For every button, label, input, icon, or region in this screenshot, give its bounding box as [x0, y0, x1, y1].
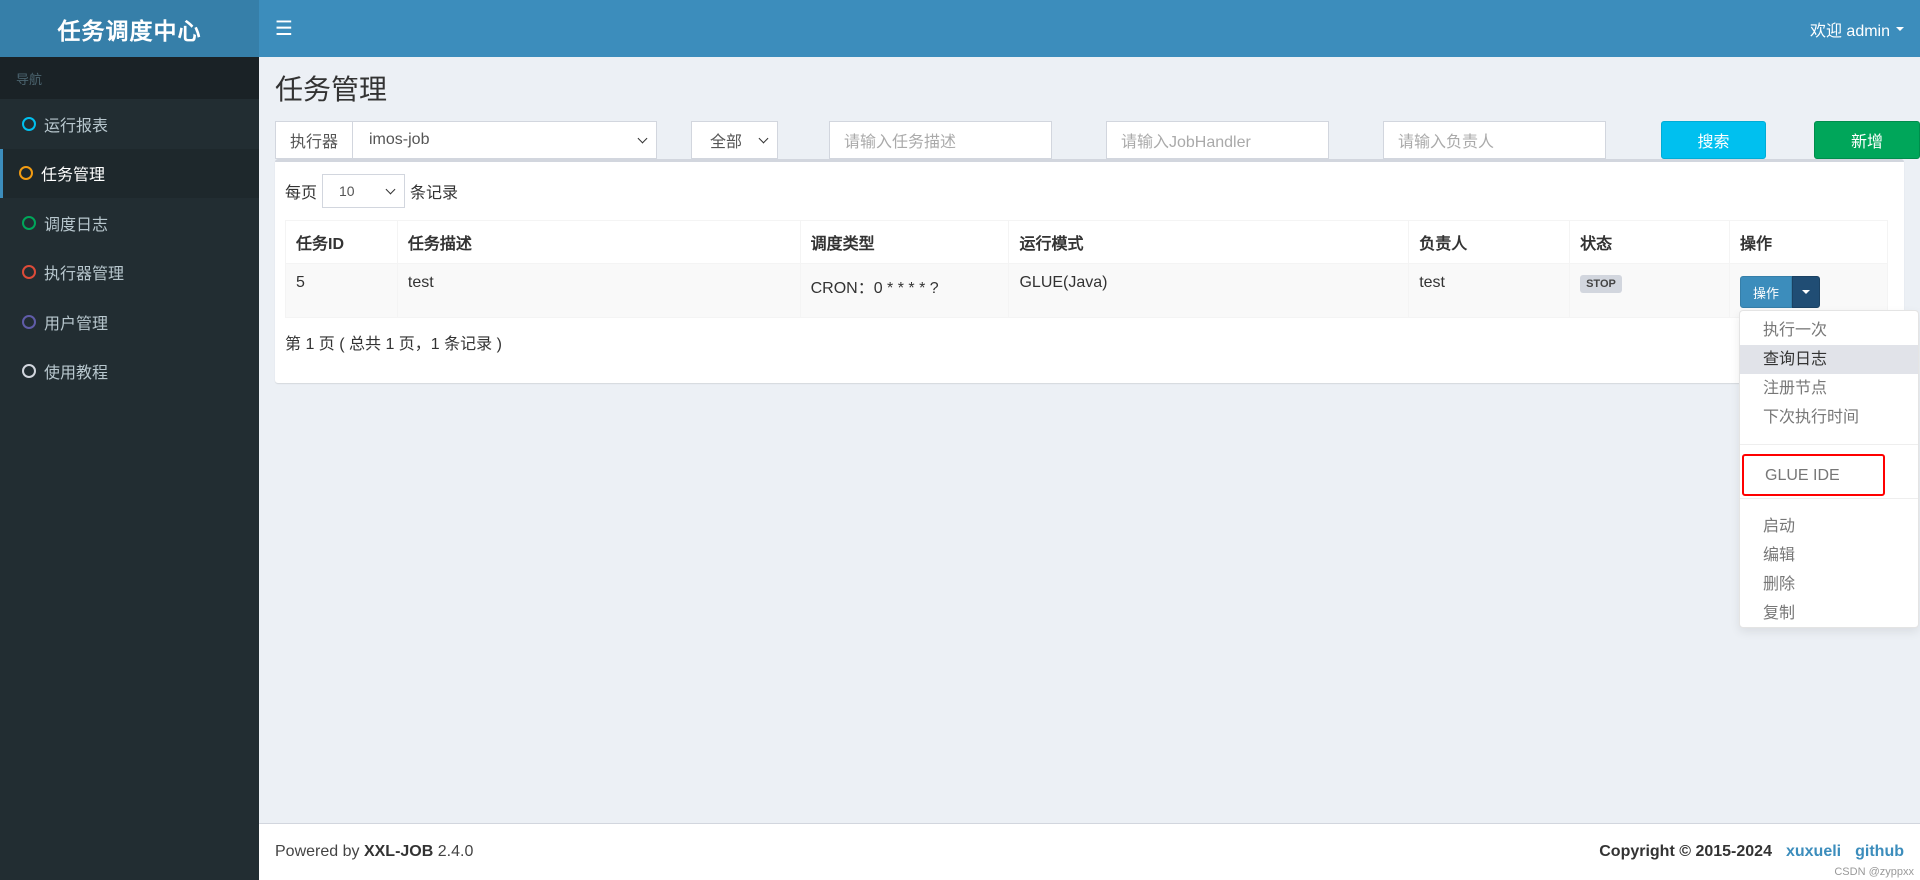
- pagination-info: 第 1 页 ( 总共 1 页，1 条记录 ): [285, 336, 502, 353]
- job-desc-input[interactable]: 请输入任务描述: [829, 121, 1052, 159]
- hamburger-icon[interactable]: ☰: [259, 19, 293, 39]
- job-table-box: 每页 10 条记录 任务ID 任务描述 调度类型 运行模式 负责人 状态 操作: [275, 159, 1904, 383]
- menu-item-next-trigger-time[interactable]: 下次执行时间: [1740, 403, 1918, 432]
- caret-down-icon: [1802, 290, 1810, 294]
- per-page-suffix: 条记录: [410, 185, 459, 202]
- chevron-down-icon: [385, 184, 396, 194]
- menu-divider: [1740, 444, 1918, 445]
- executor-label: 执行器: [275, 121, 352, 159]
- menu-divider: [1740, 498, 1918, 499]
- menu-item-start[interactable]: 启动: [1740, 512, 1918, 541]
- search-button[interactable]: 搜索: [1661, 121, 1766, 159]
- menu-item-delete[interactable]: 删除: [1740, 570, 1918, 599]
- executor-select-value: imos-job: [369, 131, 430, 148]
- column-header-schedule[interactable]: 调度类型: [799, 220, 1010, 264]
- sidebar: 任务调度中心 导航 运行报表 任务管理 调度日志 执行器管理 用户管理 使用教程: [0, 0, 259, 880]
- page-title: 任务管理: [275, 74, 388, 105]
- product-version: 2.4.0: [437, 843, 474, 860]
- caret-down-icon: [1896, 26, 1904, 31]
- circle-icon: [22, 364, 36, 379]
- cell-desc: test: [396, 263, 801, 318]
- menu-item-query-log[interactable]: 查询日志: [1740, 345, 1918, 374]
- cell-author: test: [1408, 263, 1571, 318]
- page-length-select[interactable]: 10: [322, 174, 406, 208]
- top-navbar: ☰ 欢迎 admin: [259, 0, 1920, 57]
- watermark: CSDN @zyppxx: [1834, 866, 1914, 878]
- sidebar-item-label: 调度日志: [44, 216, 109, 234]
- footer-right: Copyright © 2015-2024 xuxueli github: [1599, 843, 1904, 861]
- job-handler-input[interactable]: 请输入JobHandler: [1106, 121, 1329, 159]
- chevron-down-icon: [637, 133, 648, 143]
- sidebar-item-executor-management[interactable]: 执行器管理: [0, 248, 259, 298]
- circle-icon: [19, 166, 33, 181]
- cell-mode: GLUE(Java): [1008, 263, 1410, 318]
- circle-icon: [22, 314, 36, 329]
- github-link[interactable]: github: [1855, 843, 1904, 861]
- executor-select[interactable]: imos-job: [352, 121, 657, 159]
- add-job-button[interactable]: 新增: [1814, 121, 1920, 159]
- action-button[interactable]: 操作: [1740, 276, 1792, 308]
- author-input[interactable]: 请输入负责人: [1383, 121, 1606, 159]
- filter-bar: 执行器 imos-job 全部 请输入任务描述 请输入JobHandler 请输…: [275, 121, 1920, 159]
- column-header-author[interactable]: 负责人: [1408, 220, 1571, 264]
- action-button-group: 操作: [1740, 276, 1820, 308]
- sidebar-item-tutorial[interactable]: 使用教程: [0, 347, 259, 397]
- copyright: Copyright © 2015-2024: [1599, 843, 1772, 860]
- powered-by: Powered by XXL-JOB 2.4.0: [275, 843, 473, 861]
- app-logo[interactable]: 任务调度中心: [0, 0, 259, 57]
- status-select-value: 全部: [710, 134, 743, 151]
- status-select[interactable]: 全部: [691, 121, 778, 159]
- circle-icon: [22, 215, 36, 230]
- menu-item-trigger-once[interactable]: 执行一次: [1740, 316, 1918, 345]
- menu-item-copy[interactable]: 复制: [1740, 599, 1918, 628]
- powered-prefix: Powered by: [275, 843, 360, 860]
- sidebar-item-schedule-log[interactable]: 调度日志: [0, 198, 259, 248]
- column-header-mode[interactable]: 运行模式: [1008, 220, 1410, 264]
- sidebar-item-label: 用户管理: [44, 315, 109, 333]
- sidebar-item-label: 执行器管理: [44, 266, 125, 284]
- circle-icon: [22, 265, 36, 280]
- column-header-actions: 操作: [1729, 220, 1888, 264]
- action-dropdown-toggle[interactable]: [1792, 276, 1820, 308]
- nav-header: 导航: [0, 57, 259, 99]
- sidebar-item-label: 使用教程: [44, 365, 109, 383]
- sidebar-item-user-management[interactable]: 用户管理: [0, 297, 259, 347]
- product-name: XXL-JOB: [363, 843, 434, 860]
- footer: Powered by XXL-JOB 2.4.0 Copyright © 201…: [259, 823, 1920, 880]
- status-badge: STOP: [1580, 275, 1622, 293]
- cell-status: STOP: [1569, 263, 1730, 318]
- menu-item-glue-ide[interactable]: GLUE IDE: [1742, 454, 1885, 496]
- job-table: 任务ID 任务描述 调度类型 运行模式 负责人 状态 操作 5 test CRO…: [285, 220, 1888, 318]
- main-content: 任务管理 执行器 imos-job 全部 请输入任务描述 请输入JobHandl…: [259, 57, 1920, 823]
- column-header-id[interactable]: 任务ID: [285, 220, 398, 264]
- menu-item-edit[interactable]: 编辑: [1740, 541, 1918, 570]
- cell-id: 5: [285, 263, 398, 318]
- action-dropdown-menu: 执行一次 查询日志 注册节点 下次执行时间 GLUE IDE 启动 编辑 删除 …: [1739, 310, 1919, 628]
- sidebar-item-report[interactable]: 运行报表: [0, 99, 259, 149]
- table-header-row: 任务ID 任务描述 调度类型 运行模式 负责人 状态 操作: [285, 220, 1888, 264]
- page-length-control: 每页 10 条记录: [285, 174, 458, 208]
- author-link[interactable]: xuxueli: [1786, 843, 1841, 861]
- table-row: 5 test CRON：0 * * * * ? GLUE(Java) test …: [285, 263, 1888, 318]
- sidebar-item-label: 任务管理: [41, 167, 106, 185]
- sidebar-item-label: 运行报表: [44, 117, 109, 135]
- menu-item-registry-nodes[interactable]: 注册节点: [1740, 374, 1918, 403]
- cell-schedule: CRON：0 * * * * ?: [799, 263, 1010, 318]
- per-page-prefix: 每页: [285, 185, 318, 202]
- column-header-status[interactable]: 状态: [1569, 220, 1730, 264]
- circle-icon: [22, 116, 36, 131]
- page-length-value: 10: [339, 183, 355, 199]
- chevron-down-icon: [758, 133, 769, 143]
- user-menu[interactable]: 欢迎 admin: [1810, 17, 1920, 41]
- column-header-desc[interactable]: 任务描述: [396, 220, 801, 264]
- user-greeting: 欢迎 admin: [1809, 22, 1890, 40]
- sidebar-item-job-management[interactable]: 任务管理: [0, 148, 259, 198]
